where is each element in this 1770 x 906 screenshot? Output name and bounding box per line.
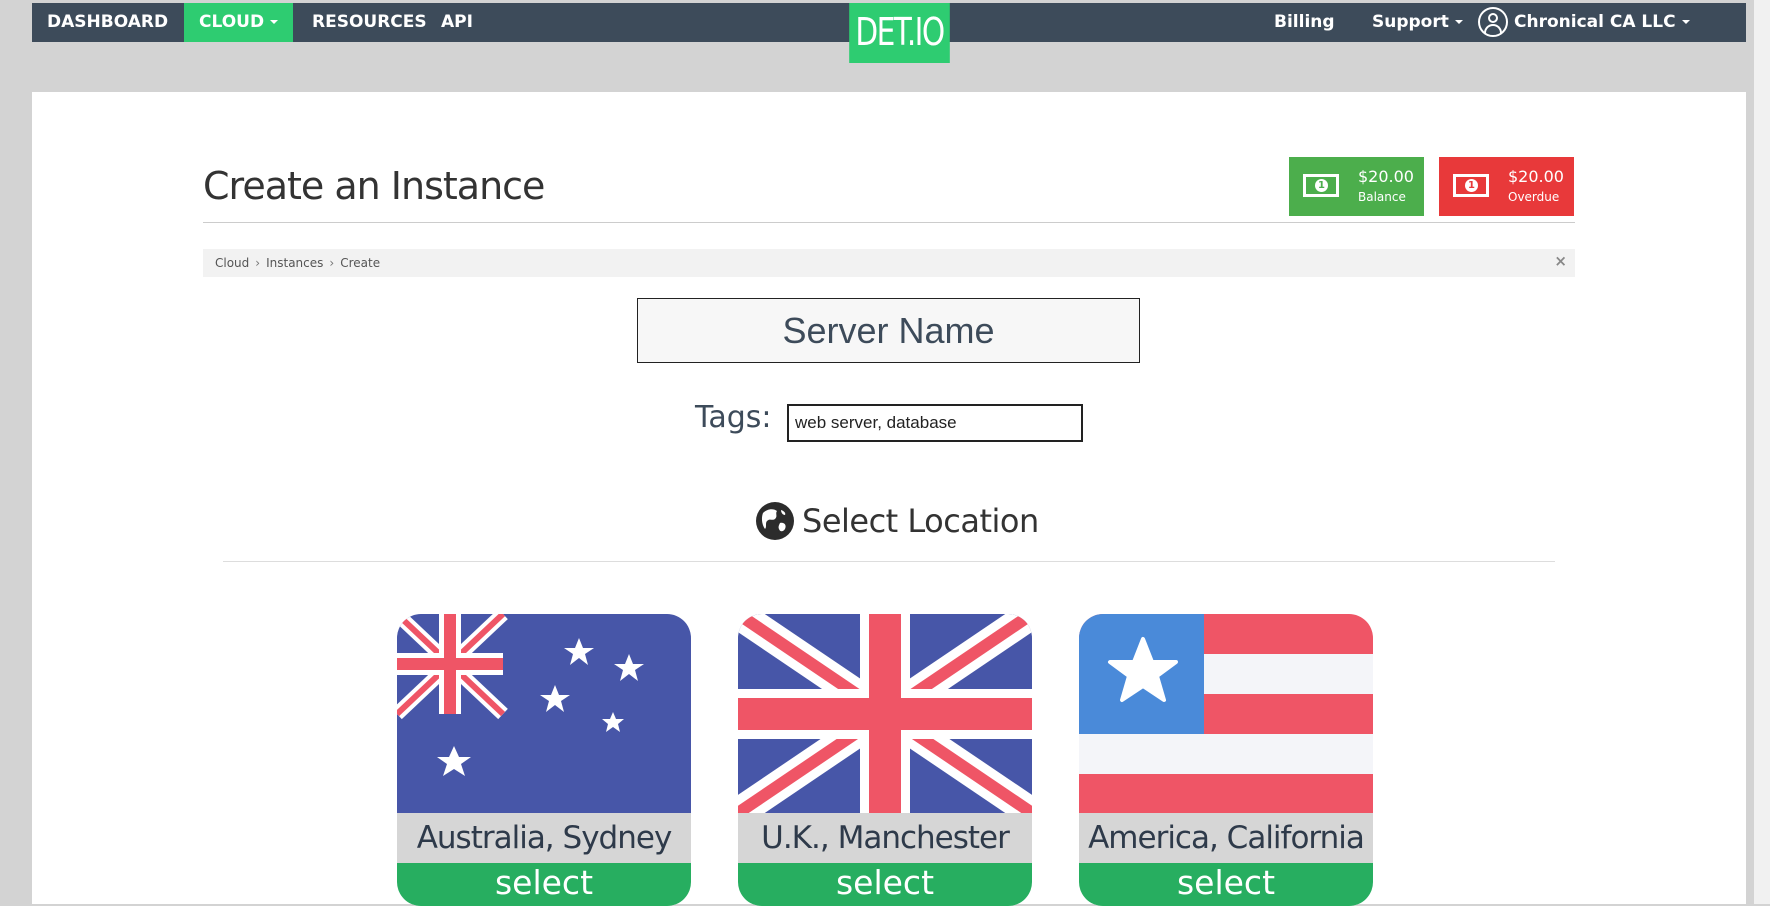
breadcrumb: Cloud › Instances › Create × <box>203 249 1575 277</box>
top-navbar: DASHBOARD CLOUD RESOURCES API DET.IO Bil… <box>32 3 1746 63</box>
breadcrumb-separator-icon: › <box>329 256 335 270</box>
location-card-california[interactable]: America, California select <box>1079 614 1373 906</box>
select-location-heading: Select Location <box>802 502 1039 540</box>
select-button-sydney[interactable]: select <box>397 863 691 906</box>
brand-logo[interactable]: DET.IO <box>849 3 950 63</box>
main-panel: Create an Instance 1 $20.00 Balance 1 $2… <box>32 92 1746 906</box>
location-city-label: Australia, Sydney <box>397 813 691 863</box>
nav-account-label: Chronical CA LLC <box>1514 12 1676 32</box>
tags-input[interactable] <box>787 404 1083 442</box>
caret-down-icon <box>270 20 279 24</box>
balance-badge[interactable]: 1 $20.00 Balance <box>1289 157 1424 216</box>
location-divider <box>223 561 1555 562</box>
caret-down-icon <box>1454 20 1463 24</box>
select-button-manchester[interactable]: select <box>738 863 1032 906</box>
nav-billing[interactable]: Billing <box>1259 3 1350 42</box>
nav-dashboard-label: DASHBOARD <box>47 12 169 32</box>
select-button-california[interactable]: select <box>1079 863 1373 906</box>
nav-billing-label: Billing <box>1274 12 1335 32</box>
nav-resources[interactable]: RESOURCES <box>297 3 442 42</box>
server-name-input[interactable] <box>637 298 1140 363</box>
nav-cloud[interactable]: CLOUD <box>184 3 294 42</box>
nav-support-label: Support <box>1372 12 1449 32</box>
nav-cloud-label: CLOUD <box>199 12 265 32</box>
location-card-manchester[interactable]: U.K., Manchester select <box>738 614 1032 906</box>
nav-api[interactable]: API <box>426 3 488 42</box>
nav-account[interactable]: Chronical CA LLC <box>1463 3 1705 42</box>
globe-icon <box>756 502 794 540</box>
user-avatar-icon <box>1478 7 1508 37</box>
overdue-amount: $20.00 <box>1508 167 1564 186</box>
breadcrumb-separator-icon: › <box>255 256 261 270</box>
select-location-label: Select Location <box>802 502 1039 540</box>
uk-flag-icon <box>738 614 1032 813</box>
balance-label: Balance <box>1358 190 1406 204</box>
tags-label: Tags: <box>695 400 772 435</box>
page-scrollbar[interactable] <box>1754 0 1770 904</box>
money-bill-icon: 1 <box>1453 174 1489 197</box>
nav-api-label: API <box>441 12 473 32</box>
money-bill-icon: 1 <box>1303 174 1339 197</box>
balance-amount: $20.00 <box>1358 167 1414 186</box>
nav-dashboard[interactable]: DASHBOARD <box>32 3 183 42</box>
nav-support[interactable]: Support <box>1357 3 1478 42</box>
usa-flag-icon <box>1079 614 1373 813</box>
page-title: Create an Instance <box>203 164 545 208</box>
overdue-label: Overdue <box>1508 190 1560 204</box>
title-divider <box>203 222 1575 223</box>
australia-flag-icon <box>397 614 691 813</box>
breadcrumb-instances[interactable]: Instances <box>266 256 323 270</box>
caret-down-icon <box>1681 20 1690 24</box>
location-city-label: U.K., Manchester <box>738 813 1032 863</box>
breadcrumb-create: Create <box>340 256 381 270</box>
location-card-sydney[interactable]: Australia, Sydney select <box>397 614 691 906</box>
location-city-label: America, California <box>1079 813 1373 863</box>
breadcrumb-cloud[interactable]: Cloud <box>215 256 249 270</box>
close-icon[interactable]: × <box>1554 247 1567 275</box>
nav-resources-label: RESOURCES <box>312 12 427 32</box>
overdue-badge[interactable]: 1 $20.00 Overdue <box>1439 157 1574 216</box>
